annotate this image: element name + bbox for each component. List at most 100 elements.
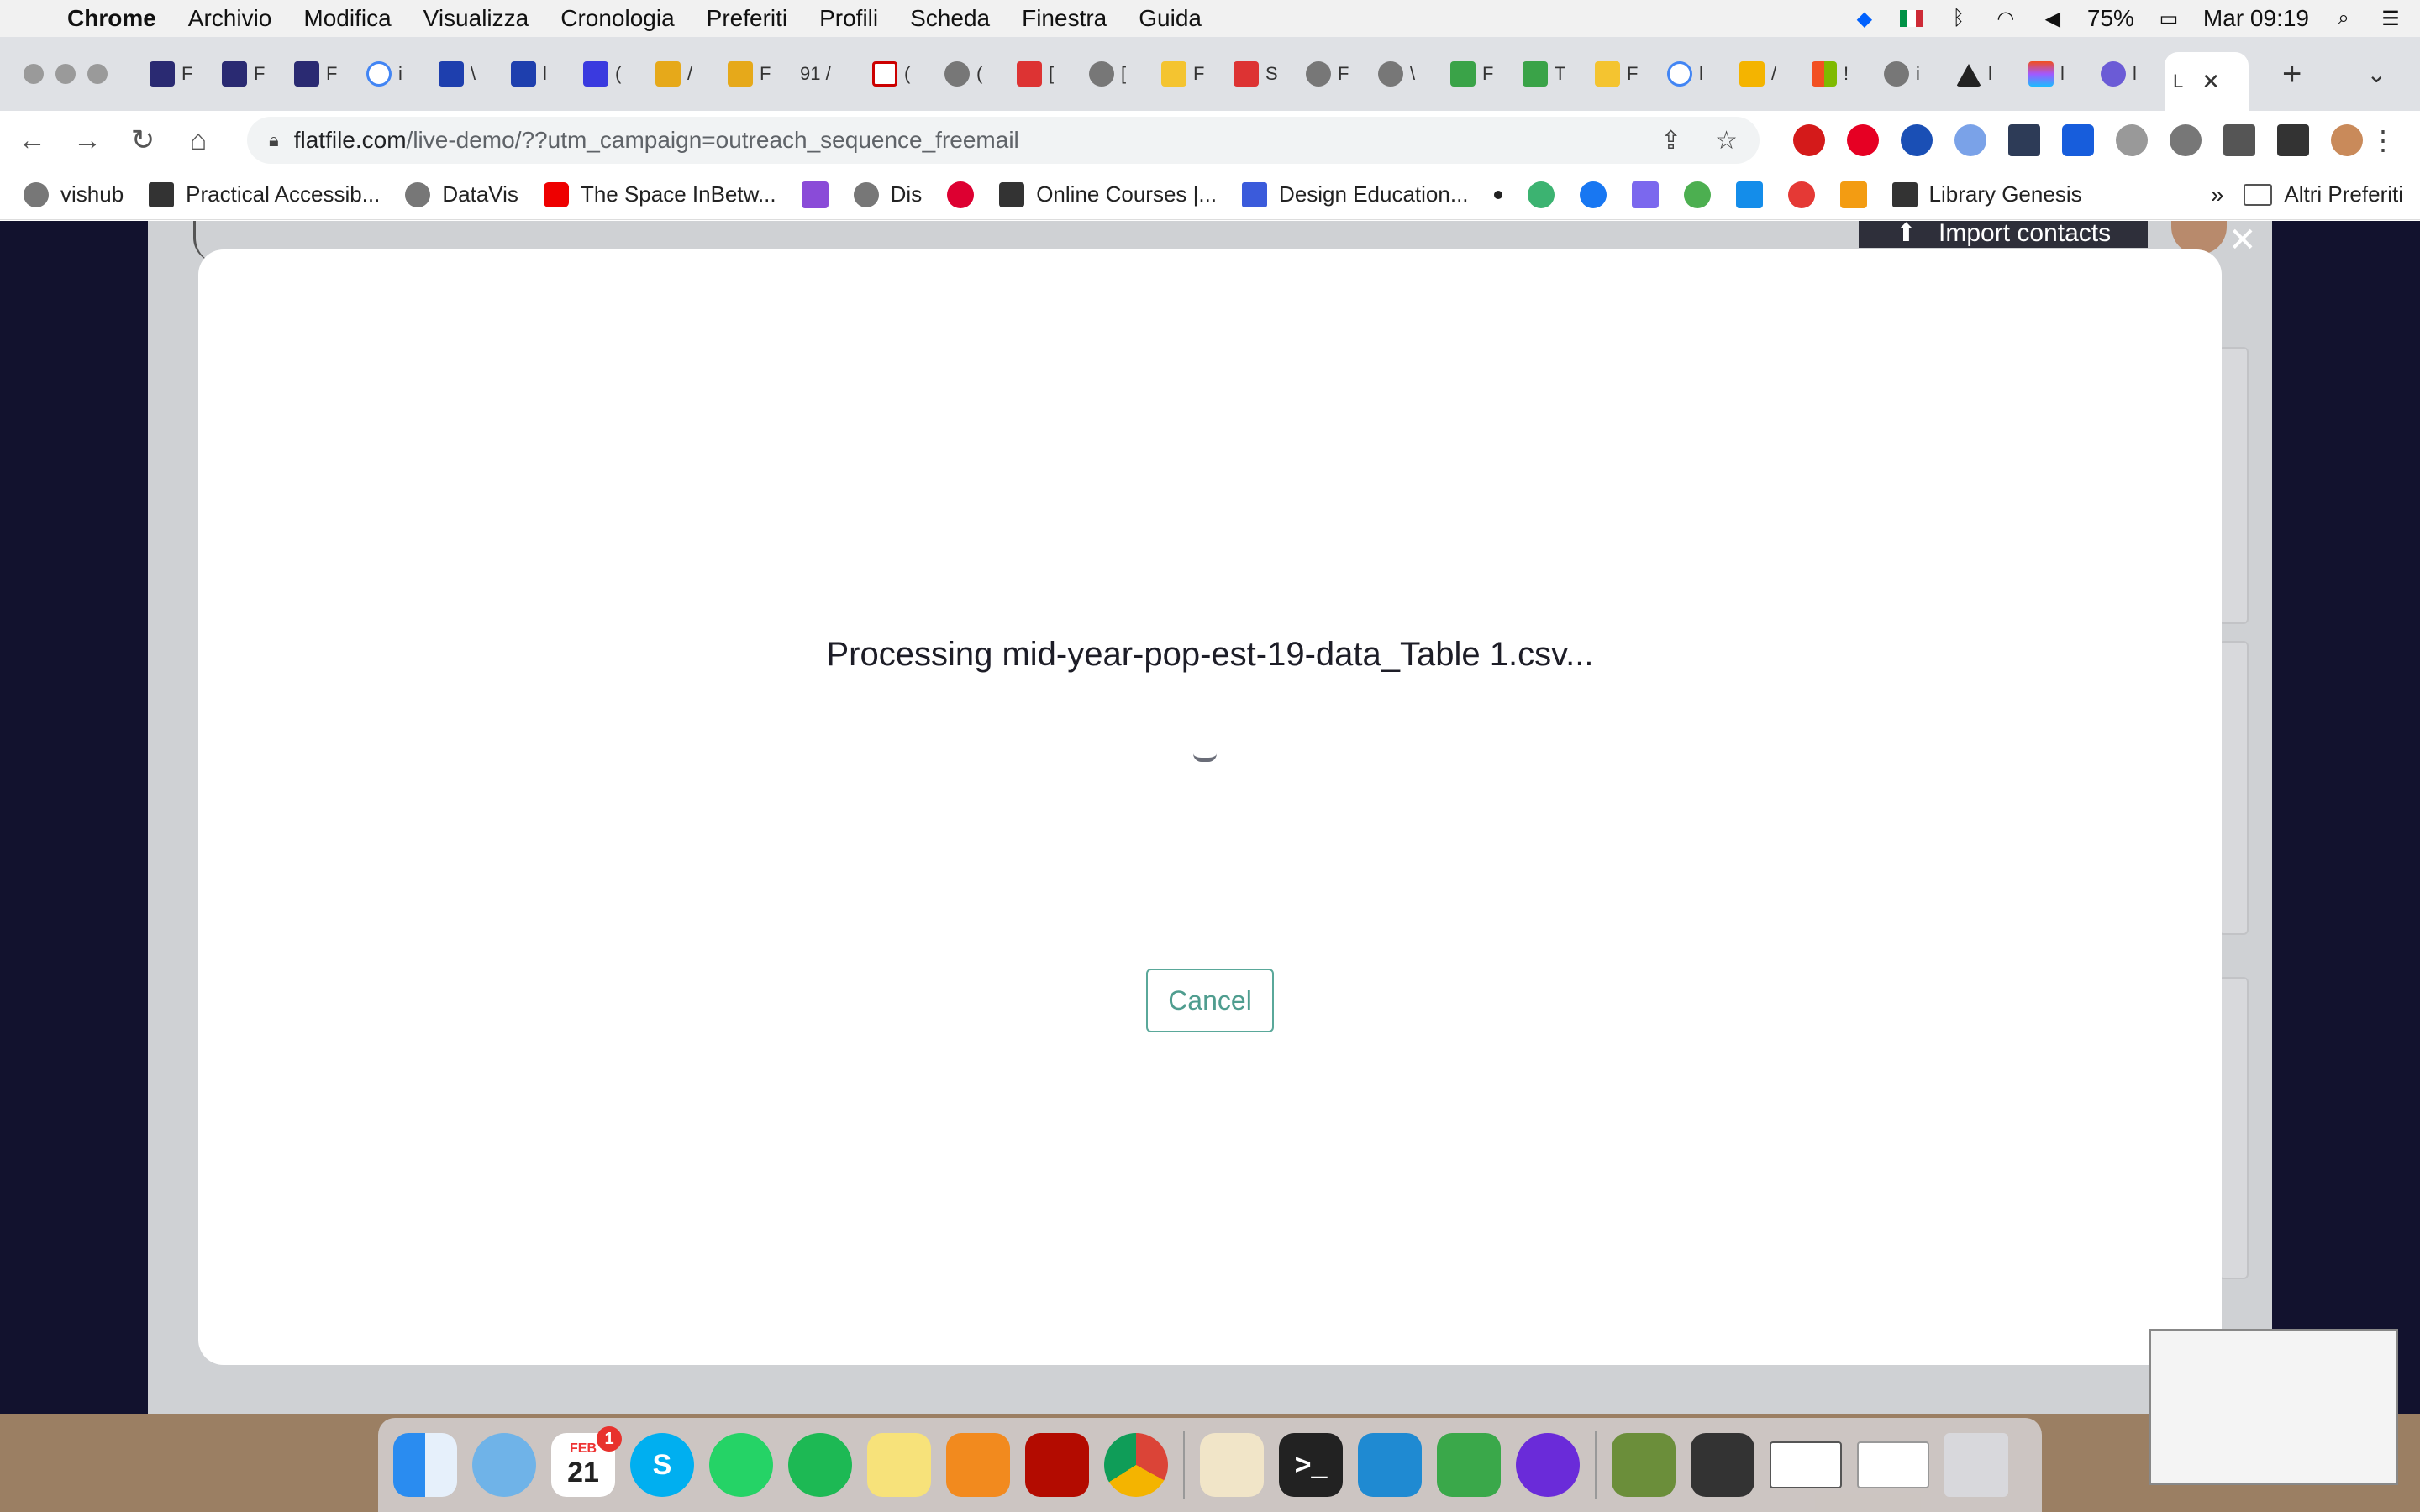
bookmarks-overflow-button[interactable]: » <box>2211 181 2224 208</box>
bookmark-dis[interactable]: Dis <box>853 181 922 207</box>
wordpress-extension-icon[interactable] <box>2170 124 2202 156</box>
bookmark-datavis[interactable]: DataVis <box>405 181 518 207</box>
bookmark-star-icon[interactable]: ☆ <box>1715 126 1738 155</box>
bookmark-dot-icon[interactable] <box>1493 190 1502 199</box>
bookmark-v-icon[interactable] <box>1631 181 1659 208</box>
pages-icon[interactable] <box>1200 1433 1264 1497</box>
minimize-window-button[interactable] <box>55 64 76 84</box>
home-button[interactable]: ⌂ <box>175 124 222 157</box>
spotlight-search-icon[interactable]: ⌕ <box>2331 6 2356 31</box>
numbers-icon[interactable] <box>1437 1433 1501 1497</box>
browser-tab[interactable]: [ <box>1081 50 1153 97</box>
finder-icon[interactable] <box>393 1433 457 1497</box>
firefox-icon[interactable] <box>1516 1433 1580 1497</box>
flag-italy-icon[interactable] <box>1899 6 1924 31</box>
recent-document-icon[interactable] <box>1691 1433 1754 1497</box>
profile-avatar[interactable] <box>2331 124 2363 156</box>
recent-window-icon[interactable] <box>1857 1441 1929 1488</box>
menu-clock[interactable]: Mar 09:19 <box>2203 5 2309 32</box>
browser-tab[interactable]: l <box>1948 50 2020 97</box>
bookmark-green-icon[interactable] <box>1683 181 1711 208</box>
arc-extension-icon[interactable] <box>2008 124 2040 156</box>
address-bar[interactable]: 🔒︎ flatfile.com/live-demo/??utm_campaign… <box>247 117 1760 164</box>
browser-tab[interactable]: l <box>2092 50 2165 97</box>
menu-archivio[interactable]: Archivio <box>188 5 272 32</box>
browser-tab[interactable]: F <box>1586 50 1659 97</box>
whatsapp-icon[interactable] <box>709 1433 773 1497</box>
browser-tab[interactable]: ( <box>575 50 647 97</box>
bookmark-braces-icon[interactable] <box>801 181 829 208</box>
books-icon[interactable] <box>946 1433 1010 1497</box>
menu-finestra[interactable]: Finestra <box>1022 5 1107 32</box>
bluetooth-icon[interactable]: ᛒ <box>1946 6 1971 31</box>
browser-tab[interactable]: i <box>1876 50 1948 97</box>
tab-search-chevron-icon[interactable]: ⌄ <box>2367 60 2386 88</box>
browser-tab[interactable]: l <box>2020 50 2092 97</box>
browser-tab[interactable]: F <box>1442 50 1514 97</box>
browser-tab[interactable]: F <box>286 50 358 97</box>
acrobat-icon[interactable] <box>1025 1433 1089 1497</box>
share-icon[interactable]: ⇪ <box>1660 126 1681 155</box>
puzzle-extensions-icon[interactable] <box>2223 124 2255 156</box>
menu-guida[interactable]: Guida <box>1139 5 1202 32</box>
forward-button[interactable]: → <box>64 124 111 157</box>
other-bookmarks-folder[interactable]: Altri Preferiti <box>2244 181 2403 207</box>
reload-button[interactable]: ↻ <box>119 123 166 157</box>
browser-tab[interactable]: F <box>1297 50 1370 97</box>
terminal-icon[interactable]: >_ <box>1279 1433 1343 1497</box>
calendar-icon[interactable]: FEB 21 1 <box>551 1426 622 1497</box>
browser-tab[interactable]: 91 / <box>792 50 864 97</box>
menu-preferiti[interactable]: Preferiti <box>707 5 787 32</box>
cancel-button[interactable]: Cancel <box>1146 969 1274 1032</box>
bookmark-facebook-icon[interactable] <box>1579 181 1607 208</box>
zoom-window-button[interactable] <box>87 64 108 84</box>
bookmark-red-icon[interactable] <box>1787 181 1815 208</box>
browser-tab[interactable]: ( <box>864 50 936 97</box>
browser-tab[interactable]: ( <box>936 50 1008 97</box>
browser-tab[interactable]: S <box>1225 50 1297 97</box>
triangle-extension-icon[interactable] <box>1954 124 1986 156</box>
battery-icon[interactable]: ▭ <box>2156 6 2181 31</box>
menu-modifica[interactable]: Modifica <box>303 5 391 32</box>
side-panel-icon[interactable] <box>2277 124 2309 156</box>
notes-icon[interactable] <box>867 1433 931 1497</box>
chrome-menu-icon[interactable]: ⋮ <box>2370 124 2396 156</box>
browser-tab[interactable]: l <box>502 50 575 97</box>
skype-icon[interactable]: S <box>630 1433 694 1497</box>
close-window-button[interactable] <box>24 64 44 84</box>
close-modal-icon[interactable]: ✕ <box>2228 221 2257 260</box>
browser-tab[interactable]: T <box>1514 50 1586 97</box>
bookmark-wr-icon[interactable] <box>1839 181 1867 208</box>
vscode-icon[interactable] <box>1358 1433 1422 1497</box>
menu-visualizza[interactable]: Visualizza <box>424 5 529 32</box>
pinterest-extension-icon[interactable] <box>1847 124 1879 156</box>
bitwarden-extension-icon[interactable] <box>2062 124 2094 156</box>
browser-tab[interactable]: F <box>141 50 213 97</box>
browser-tab[interactable]: [ <box>1008 50 1081 97</box>
dropbox-status-icon[interactable]: ◆ <box>1852 6 1877 31</box>
browser-tab[interactable]: / <box>1731 50 1803 97</box>
control-center-icon[interactable]: ☰ <box>2378 6 2403 31</box>
trash-icon[interactable] <box>1944 1433 2008 1497</box>
bookmark-practical-accessibility[interactable]: Practical Accessib... <box>149 181 380 207</box>
bookmark-online-courses[interactable]: Online Courses |... <box>999 181 1217 207</box>
browser-tab[interactable]: ! <box>1803 50 1876 97</box>
menu-profili[interactable]: Profili <box>819 5 878 32</box>
lock-icon[interactable]: 🔒︎ <box>269 129 279 151</box>
recent-document-icon[interactable] <box>1612 1433 1676 1497</box>
adblock-extension-icon[interactable] <box>1793 124 1825 156</box>
gear-extension-icon[interactable] <box>2116 124 2148 156</box>
browser-tab[interactable]: F <box>213 50 286 97</box>
browser-tab[interactable]: \ <box>430 50 502 97</box>
menu-cronologia[interactable]: Cronologia <box>560 5 674 32</box>
bookmark-c-icon[interactable] <box>1527 181 1555 208</box>
back-button[interactable]: ← <box>8 124 55 157</box>
mail-icon[interactable] <box>472 1433 536 1497</box>
wifi-icon[interactable]: ◠ <box>1993 6 2018 31</box>
import-contacts-button[interactable]: ⬆ Import contacts <box>1859 221 2148 248</box>
browser-tab[interactable]: i <box>358 50 430 97</box>
bookmark-vishub[interactable]: vishub <box>24 181 124 207</box>
battery-percentage[interactable]: 75% <box>2087 5 2134 32</box>
volume-icon[interactable]: ◀ <box>2040 6 2065 31</box>
bookmark-angular-icon[interactable] <box>947 181 975 208</box>
